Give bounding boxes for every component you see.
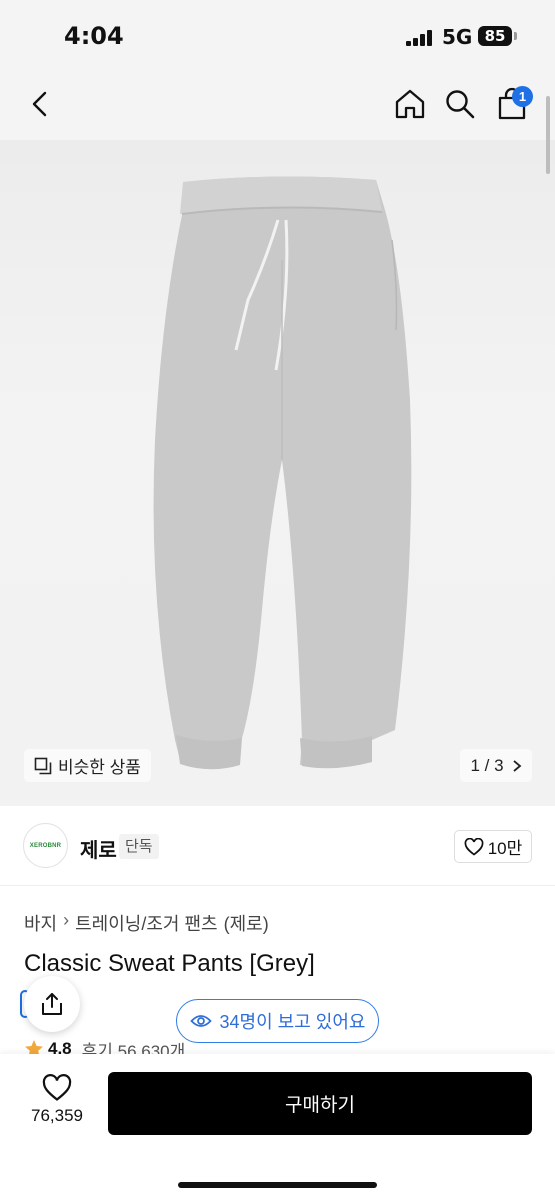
heart-icon: [42, 1074, 72, 1101]
image-pager[interactable]: 1 / 3: [460, 749, 532, 782]
signal-icon: [406, 30, 434, 46]
network-label: 5G: [442, 25, 473, 49]
chevron-right-icon: ›: [63, 910, 70, 930]
exclusive-badge: 단독: [119, 834, 159, 859]
scrollbar[interactable]: [546, 96, 550, 174]
wishlist-count: 76,359: [31, 1106, 83, 1125]
search-button[interactable]: [440, 84, 480, 124]
chevron-right-icon: [512, 759, 521, 772]
breadcrumb-brand[interactable]: (제로): [224, 910, 269, 936]
share-button[interactable]: [24, 976, 80, 1032]
share-icon: [42, 993, 62, 1015]
top-nav: [0, 70, 555, 140]
eye-icon: [189, 1015, 212, 1027]
brand-like-count: 10만: [487, 839, 523, 858]
breadcrumb-category[interactable]: 바지: [24, 910, 57, 936]
brand-row: XEROBNR 제로 단독 10만: [0, 806, 555, 886]
similar-products-button[interactable]: 비슷한 상품: [24, 749, 151, 782]
breadcrumb: 바지 › 트레이닝/조거 팬츠 (제로): [24, 910, 269, 936]
copy-icon: [34, 757, 52, 774]
pager-label: 1 / 3: [470, 755, 504, 775]
cart-badge: 1: [512, 86, 533, 107]
heart-icon: [464, 837, 484, 856]
status-time: 4:04: [64, 22, 124, 50]
brand-name[interactable]: 제로: [80, 834, 117, 863]
battery-tip: [514, 32, 517, 40]
product-title: Classic Sweat Pants [Grey]: [24, 950, 315, 977]
breadcrumb-subcategory[interactable]: 트레이닝/조거 팬츠: [75, 910, 217, 936]
buy-button[interactable]: 구매하기: [108, 1072, 532, 1135]
live-viewers-label: 34명이 보고 있어요: [219, 1012, 366, 1032]
home-button[interactable]: [390, 84, 430, 124]
product-photo: [153, 176, 412, 770]
brand-like-button[interactable]: 10만: [454, 830, 532, 863]
status-bar: 4:04 5G 85: [0, 0, 555, 70]
product-image-gallery[interactable]: 비슷한 상품 1 / 3: [0, 140, 555, 806]
wishlist-button[interactable]: 76,359: [24, 1074, 90, 1134]
back-button[interactable]: [20, 84, 60, 124]
bottom-action-bar: 76,359 구매하기: [0, 1054, 555, 1200]
battery-icon: 85: [478, 26, 512, 46]
brand-logo[interactable]: XEROBNR: [23, 823, 68, 868]
live-viewers-pill: 34명이 보고 있어요: [176, 999, 379, 1043]
similar-products-label: 비슷한 상품: [58, 758, 141, 777]
search-icon: [446, 90, 475, 119]
home-indicator: [178, 1182, 377, 1188]
chevron-left-icon: [32, 91, 47, 117]
home-icon: [395, 89, 425, 119]
